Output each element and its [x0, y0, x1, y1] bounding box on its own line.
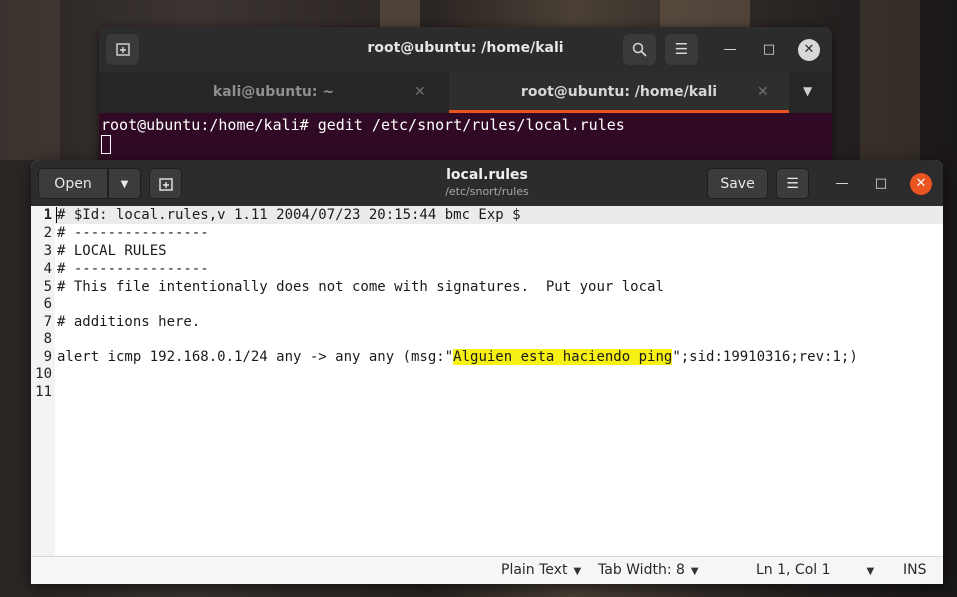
code-line: # ----------------: [57, 225, 209, 241]
line-number: 11: [35, 384, 52, 400]
line-number: 10: [35, 366, 52, 382]
gedit-window[interactable]: Open ▼ local.rules /etc/snort/rules Save…: [31, 160, 943, 584]
line-number: 7: [43, 314, 52, 330]
tab-close-icon[interactable]: ✕: [414, 72, 426, 113]
chevron-down-icon: ▼: [573, 566, 582, 577]
tabs-dropdown-icon[interactable]: ▼: [803, 84, 812, 98]
insert-mode-indicator[interactable]: INS: [903, 562, 927, 578]
search-icon: [632, 42, 647, 57]
terminal-close-button[interactable]: ✕: [798, 39, 820, 61]
tab-root-home-kali[interactable]: root@ubuntu: /home/kali ✕: [449, 72, 789, 113]
hamburger-menu-icon: ☰: [786, 176, 799, 192]
cursor-position-selector[interactable]: Ln 1, Col 1 ▼: [756, 562, 874, 578]
cursor-position: Ln 1, Col 1: [756, 562, 831, 578]
gedit-minimize-button[interactable]: —: [831, 173, 853, 195]
save-button[interactable]: Save: [707, 168, 768, 199]
line-number: 4: [43, 261, 52, 277]
search-button[interactable]: [623, 34, 656, 65]
line-number: 2: [43, 225, 52, 241]
line-number: 3: [43, 243, 52, 259]
status-bar: Plain Text ▼ Tab Width: 8 ▼ Ln 1, Col 1 ▼ I…: [31, 556, 943, 584]
highlighted-message: Alguien esta haciendo ping: [453, 349, 673, 365]
chevron-down-icon: ▼: [866, 566, 875, 577]
language-selector[interactable]: Plain Text ▼: [501, 562, 581, 578]
terminal-cursor: [101, 135, 111, 154]
gedit-menu-button[interactable]: ☰: [776, 168, 809, 199]
tab-label: root@ubuntu: /home/kali: [520, 84, 718, 100]
terminal-maximize-button[interactable]: □: [758, 39, 780, 61]
minimize-icon: —: [835, 176, 849, 191]
terminal-header: root@ubuntu: /home/kali ☰ — □ ✕: [99, 27, 832, 72]
close-icon: ✕: [915, 176, 927, 191]
tab-label: kali@ubuntu: ~: [212, 84, 335, 100]
code-line: # additions here.: [57, 314, 201, 330]
code-line: # This file intentionally does not come …: [57, 279, 664, 295]
hamburger-menu-icon: ☰: [674, 40, 689, 58]
line-number: 6: [43, 296, 52, 312]
gedit-maximize-button[interactable]: □: [870, 173, 892, 195]
language-label: Plain Text: [501, 562, 568, 578]
rule-suffix: ";sid:19910316;rev:1;): [672, 349, 858, 365]
terminal-command-line: root@ubuntu:/home/kali# gedit /etc/snort…: [101, 116, 625, 134]
code-line: # $Id: local.rules,v 1.11 2004/07/23 20:…: [57, 207, 521, 223]
terminal-minimize-button[interactable]: —: [719, 39, 741, 61]
line-number: 5: [43, 279, 52, 295]
maximize-icon: □: [762, 42, 776, 57]
maximize-icon: □: [874, 176, 888, 191]
tab-width-selector[interactable]: Tab Width: 8 ▼: [598, 562, 699, 578]
text-caret: [56, 207, 57, 223]
terminal-tabbar: kali@ubuntu: ~ ✕ root@ubuntu: /home/kali…: [99, 72, 832, 113]
code-line: # LOCAL RULES: [57, 243, 167, 259]
terminal-window[interactable]: root@ubuntu: /home/kali ☰ — □ ✕ kali@ubu…: [99, 27, 832, 167]
tab-width-label: Tab Width: 8: [598, 562, 685, 578]
terminal-menu-button[interactable]: ☰: [665, 34, 698, 65]
tab-kali-home[interactable]: kali@ubuntu: ~ ✕: [99, 72, 448, 113]
minimize-icon: —: [723, 42, 737, 57]
code-line: # ----------------: [57, 261, 209, 277]
gedit-close-button[interactable]: ✕: [910, 173, 932, 195]
gedit-header: Open ▼ local.rules /etc/snort/rules Save…: [31, 160, 943, 206]
line-number: 8: [43, 331, 52, 347]
code-line-snort-rule: alert icmp 192.168.0.1/24 any -> any any…: [57, 349, 858, 365]
tab-close-icon[interactable]: ✕: [757, 72, 769, 113]
close-icon: ✕: [803, 42, 815, 57]
line-number: 9: [43, 349, 52, 365]
chevron-down-icon: ▼: [690, 566, 699, 577]
terminal-output[interactable]: root@ubuntu:/home/kali# gedit /etc/snort…: [99, 113, 832, 167]
line-number: 1: [43, 207, 52, 223]
rule-prefix: alert icmp 192.168.0.1/24 any -> any any…: [57, 349, 454, 365]
text-editor[interactable]: 1 2 3 4 5 6 7 8 9 10 11 # $Id: local.rul…: [31, 206, 943, 556]
